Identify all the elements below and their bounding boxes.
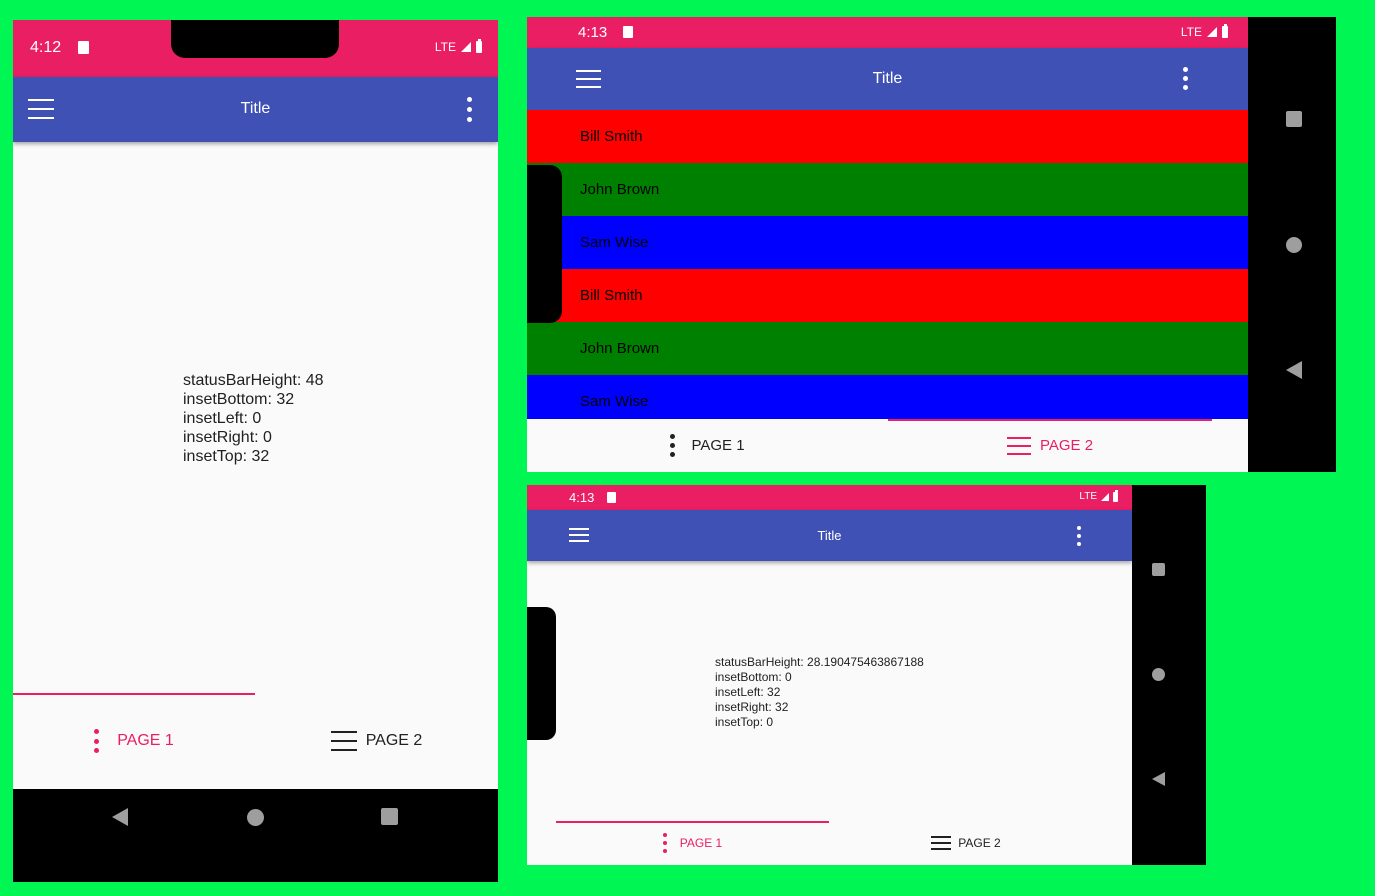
- network-type: LTE: [1079, 491, 1097, 502]
- tab-page-2[interactable]: PAGE 2: [255, 693, 498, 789]
- list-item-name: Bill Smith: [580, 287, 643, 304]
- status-time: 4:12: [30, 39, 62, 56]
- battery-icon: [476, 39, 482, 53]
- home-icon[interactable]: [1152, 668, 1165, 681]
- recents-icon[interactable]: [1152, 563, 1165, 576]
- tab-page-1-label: PAGE 1: [679, 836, 723, 850]
- info-inset-bottom: insetBottom: 0: [715, 670, 792, 684]
- battery-icon: [1222, 24, 1228, 38]
- list-item[interactable]: John Brown: [527, 163, 1248, 216]
- status-time: 4:13: [578, 24, 608, 41]
- info-inset-bottom: insetBottom: 32: [183, 390, 295, 408]
- display-notch: [527, 165, 562, 323]
- tab-page-1[interactable]: PAGE 1: [527, 419, 888, 472]
- system-nav-bar: [1248, 17, 1336, 472]
- sd-card-icon: [623, 26, 633, 38]
- tab-page-1[interactable]: PAGE 1: [556, 821, 829, 865]
- tab-page-1-label: PAGE 1: [691, 437, 745, 454]
- list-item-name: Bill Smith: [580, 128, 643, 145]
- tab-page-2-label: PAGE 2: [1039, 437, 1094, 454]
- info-inset-top: insetTop: 0: [715, 715, 774, 729]
- system-nav-bar: [1132, 485, 1206, 865]
- tab-page-2[interactable]: PAGE 2: [888, 419, 1212, 472]
- tab-page-1[interactable]: PAGE 1: [13, 693, 255, 789]
- app-bar: Title: [527, 510, 1132, 561]
- info-inset-left: insetLeft: 32: [715, 685, 781, 699]
- info-inset-right: insetRight: 0: [183, 428, 272, 446]
- bottom-tab-bar: PAGE 1 PAGE 2: [527, 821, 1132, 865]
- info-status-bar-height: statusBarHeight: 28.190475463867188: [715, 655, 924, 669]
- app-bar-title: Title: [872, 70, 903, 87]
- list-item[interactable]: Bill Smith: [527, 269, 1248, 322]
- tab-page-2-label: PAGE 2: [958, 836, 1001, 850]
- more-vert-icon[interactable]: [467, 97, 472, 123]
- status-bar: 4:12 LTE: [13, 20, 498, 77]
- status-bar: 4:13 LTE: [527, 17, 1248, 48]
- names-list: Bill Smith John Brown Sam Wise Bill Smit…: [527, 110, 1248, 419]
- app-bar-title: Title: [817, 528, 842, 543]
- tab-indicator: [13, 693, 255, 695]
- status-bar: 4:13 LTE: [527, 485, 1132, 510]
- landscape-list-phone-screen: 4:13 LTE Title Bill Smith John Brown Sam…: [527, 17, 1336, 472]
- info-inset-right: insetRight: 32: [715, 700, 789, 714]
- more-vert-icon: [662, 833, 667, 853]
- back-icon[interactable]: [1152, 772, 1165, 786]
- display-notch: [171, 20, 339, 58]
- hamburger-menu-icon: [1006, 436, 1031, 455]
- list-item-name: John Brown: [580, 181, 660, 198]
- app-bar-title: Title: [240, 100, 271, 117]
- bottom-tab-bar: PAGE 1 PAGE 2: [13, 693, 498, 789]
- home-icon[interactable]: [247, 809, 264, 826]
- list-item[interactable]: Bill Smith: [527, 110, 1248, 163]
- recents-icon[interactable]: [381, 808, 398, 825]
- inset-info: statusBarHeight: 28.190475463867188 inse…: [715, 655, 924, 730]
- list-item-name: Sam Wise: [580, 393, 649, 410]
- sd-card-icon: [78, 41, 89, 54]
- home-icon[interactable]: [1286, 237, 1302, 253]
- signal-icon: [1207, 27, 1217, 37]
- network-type: LTE: [1180, 25, 1202, 39]
- status-time: 4:13: [569, 490, 595, 505]
- hamburger-menu-icon: [931, 835, 952, 851]
- list-item-name: John Brown: [580, 340, 660, 357]
- list-item-name: Sam Wise: [580, 234, 649, 251]
- list-item[interactable]: Sam Wise: [527, 216, 1248, 269]
- app-bar: Title: [13, 77, 498, 142]
- more-vert-icon: [670, 433, 676, 458]
- list-item[interactable]: Sam Wise: [527, 375, 1248, 419]
- back-icon[interactable]: [112, 808, 128, 826]
- landscape-info-phone-screen: 4:13 LTE Title statusBarHeight: 28.19047…: [527, 485, 1206, 865]
- signal-icon: [1101, 492, 1109, 501]
- battery-icon: [1113, 489, 1118, 502]
- app-bar: Title: [527, 48, 1248, 110]
- sd-card-icon: [607, 492, 616, 503]
- network-type: LTE: [434, 40, 456, 54]
- tab-indicator: [556, 821, 829, 823]
- inset-info: statusBarHeight: 48 insetBottom: 32 inse…: [183, 372, 324, 466]
- display-notch: [527, 607, 556, 740]
- bottom-tab-bar: PAGE 1 PAGE 2: [527, 419, 1248, 472]
- info-inset-left: insetLeft: 0: [183, 409, 262, 427]
- tab-page-2-label: PAGE 2: [365, 732, 423, 749]
- hamburger-menu-icon: [330, 731, 357, 751]
- recents-icon[interactable]: [1286, 111, 1302, 127]
- list-item[interactable]: John Brown: [527, 322, 1248, 375]
- more-vert-icon: [94, 729, 100, 753]
- info-inset-top: insetTop: 32: [183, 447, 270, 465]
- back-icon[interactable]: [1286, 361, 1302, 379]
- system-nav-bar: [13, 789, 498, 882]
- portrait-phone-screen: 4:12 LTE Title statusBarHeight: 48 inset…: [13, 20, 498, 882]
- more-vert-icon[interactable]: [1183, 67, 1188, 91]
- more-vert-icon[interactable]: [1077, 526, 1081, 546]
- tab-page-1-label: PAGE 1: [117, 732, 174, 749]
- tab-page-2[interactable]: PAGE 2: [829, 821, 1103, 865]
- tab-indicator: [888, 419, 1212, 421]
- signal-icon: [461, 42, 471, 52]
- info-status-bar-height: statusBarHeight: 48: [183, 372, 324, 389]
